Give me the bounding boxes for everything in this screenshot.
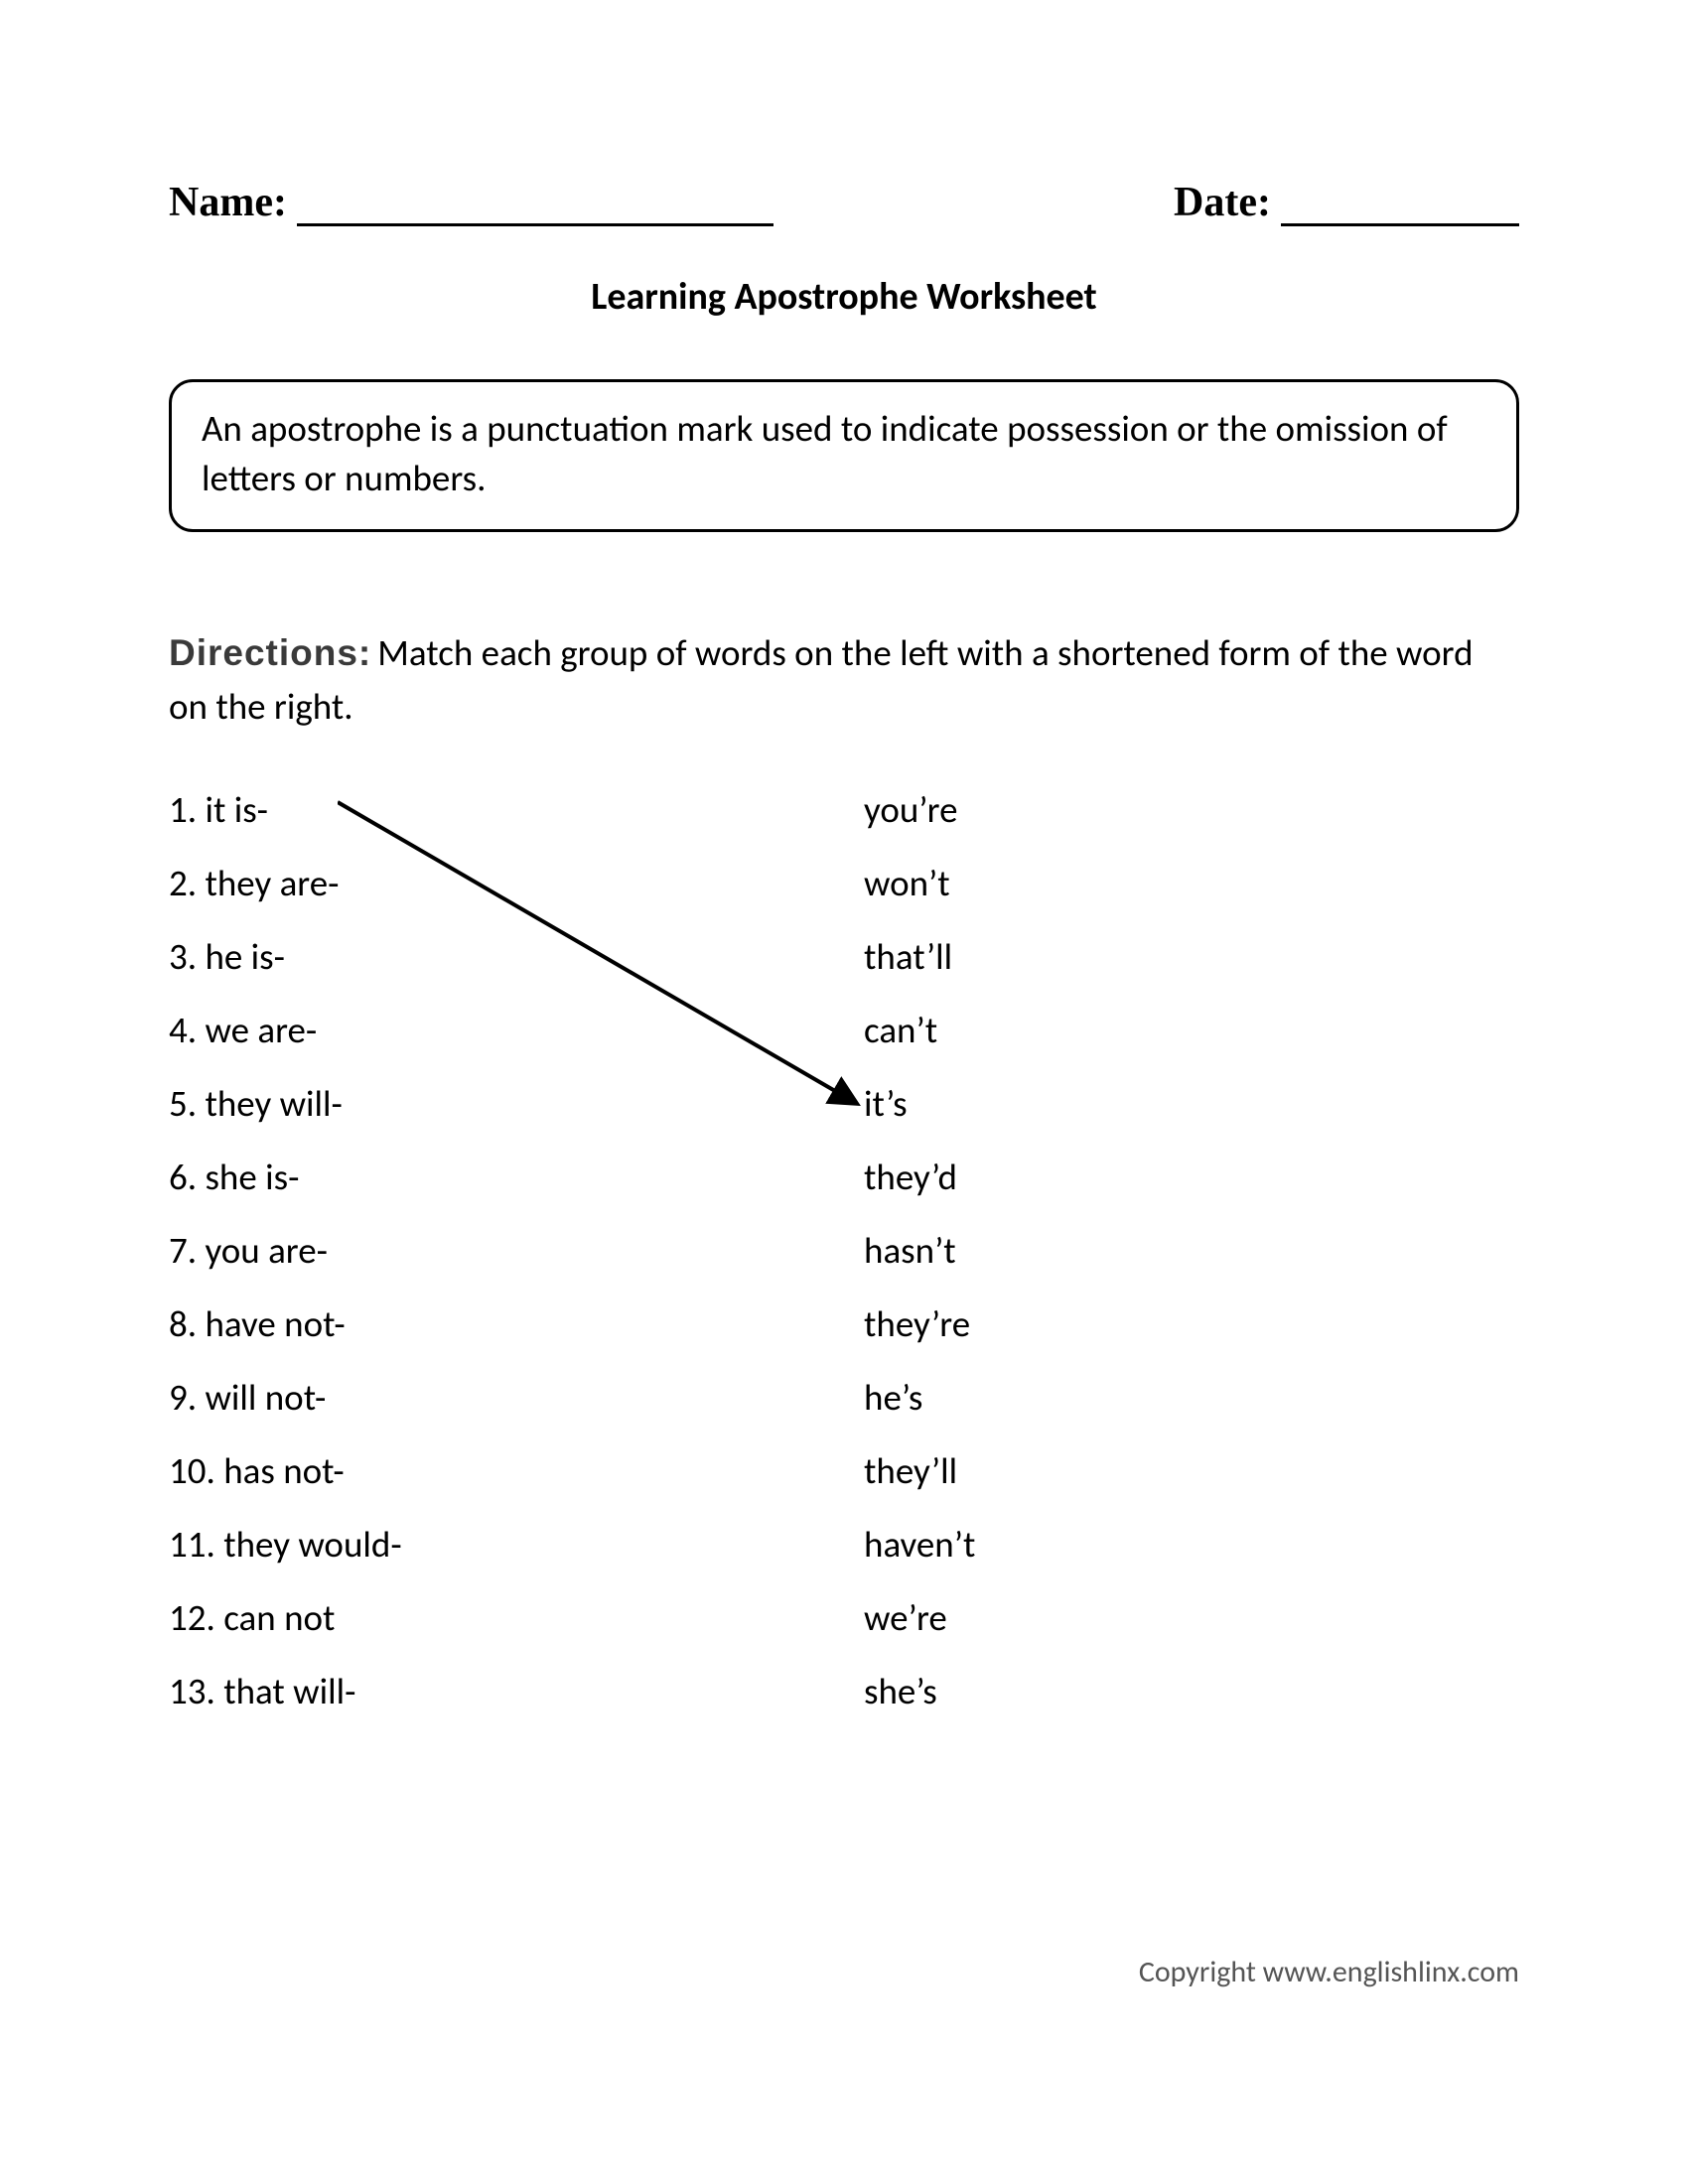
list-item: 10. has not-: [169, 1433, 864, 1507]
left-item-text: 9. will not-: [169, 1375, 326, 1420]
list-item: 6. she is-: [169, 1140, 864, 1213]
right-item-text: it’s: [864, 1081, 908, 1126]
left-item-text: 6. she is-: [169, 1155, 299, 1199]
left-item-text: 13. that will-: [169, 1669, 355, 1713]
directions-block: Directions:Match each group of words on …: [169, 626, 1519, 733]
list-item: hasn’t: [864, 1213, 1261, 1287]
right-item-text: she’s: [864, 1669, 937, 1713]
right-item-text: that’ll: [864, 934, 952, 979]
list-item: they’d: [864, 1140, 1261, 1213]
list-item: 13. that will-: [169, 1654, 864, 1727]
right-item-text: you’re: [864, 787, 958, 832]
list-item: 3. he is-: [169, 919, 864, 993]
left-item-text: 8. have not-: [169, 1301, 346, 1346]
right-item-text: can’t: [864, 1008, 937, 1052]
list-item: they’ll: [864, 1433, 1261, 1507]
list-item: that’ll: [864, 919, 1261, 993]
match-area: 1. it is- 2. they are- 3. he is- 4. we a…: [169, 772, 1519, 1727]
left-column: 1. it is- 2. they are- 3. he is- 4. we a…: [169, 772, 864, 1727]
left-item-text: 11. they would-: [169, 1522, 402, 1567]
left-item-text: 4. we are-: [169, 1008, 317, 1052]
name-blank-line[interactable]: [297, 188, 774, 226]
left-item-text: 2. they are-: [169, 861, 339, 905]
date-field: Date:: [1174, 179, 1519, 226]
left-item-text: 5. they will-: [169, 1081, 343, 1126]
left-item-text: 12. can not: [169, 1595, 335, 1640]
directions-label: Directions:: [169, 632, 371, 673]
date-blank-line[interactable]: [1281, 188, 1519, 226]
list-item: 7. you are-: [169, 1213, 864, 1287]
right-item-text: they’d: [864, 1155, 957, 1199]
list-item: 5. they will-: [169, 1066, 864, 1140]
left-item-text: 10. has not-: [169, 1448, 345, 1493]
right-item-text: they’ll: [864, 1448, 957, 1493]
list-item: 11. they would-: [169, 1507, 864, 1580]
date-label: Date:: [1174, 179, 1271, 226]
worksheet-title: Learning Apostrophe Worksheet: [169, 274, 1519, 320]
right-item-text: he’s: [864, 1375, 922, 1420]
list-item: haven’t: [864, 1507, 1261, 1580]
list-item: 9. will not-: [169, 1360, 864, 1433]
list-item: she’s: [864, 1654, 1261, 1727]
left-item-text: 3. he is-: [169, 934, 285, 979]
right-column: you’re won’t that’ll can’t it’s they’d h…: [864, 772, 1261, 1727]
right-item-text: they’re: [864, 1301, 970, 1346]
list-item: it’s: [864, 1066, 1261, 1140]
list-item: he’s: [864, 1360, 1261, 1433]
list-item: you’re: [864, 772, 1261, 846]
right-item-text: we’re: [864, 1595, 947, 1640]
list-item: 8. have not-: [169, 1287, 864, 1360]
left-item-text: 1. it is-: [169, 787, 268, 832]
right-item-text: won’t: [864, 861, 950, 905]
name-field: Name:: [169, 179, 774, 226]
name-label: Name:: [169, 179, 287, 226]
list-item: 1. it is-: [169, 772, 864, 846]
list-item: 12. can not: [169, 1580, 864, 1654]
right-item-text: haven’t: [864, 1522, 975, 1567]
definition-box: An apostrophe is a punctuation mark used…: [169, 379, 1519, 532]
list-item: can’t: [864, 993, 1261, 1066]
left-item-text: 7. you are-: [169, 1228, 328, 1273]
list-item: we’re: [864, 1580, 1261, 1654]
worksheet-page: Name: Date: Learning Apostrophe Workshee…: [0, 0, 1688, 2184]
right-item-text: hasn’t: [864, 1228, 956, 1273]
list-item: 4. we are-: [169, 993, 864, 1066]
list-item: 2. they are-: [169, 846, 864, 919]
list-item: they’re: [864, 1287, 1261, 1360]
header-row: Name: Date:: [169, 179, 1519, 226]
list-item: won’t: [864, 846, 1261, 919]
copyright-text: Copyright www.englishlinx.com: [1139, 1954, 1519, 1990]
definition-text: An apostrophe is a punctuation mark used…: [202, 406, 1448, 500]
